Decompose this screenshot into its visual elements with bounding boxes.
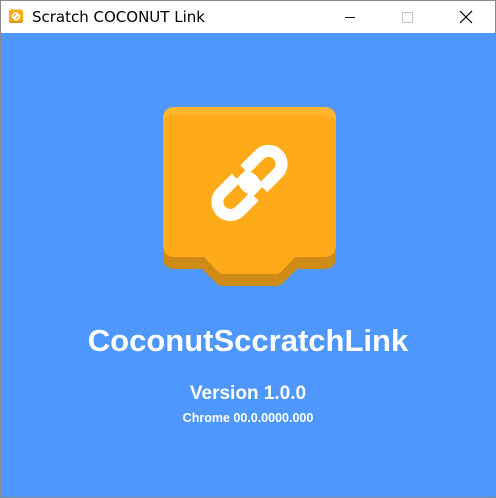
app-window: Scratch COCONUT Link CoconutSccratchLink… xyxy=(0,0,496,498)
maximize-icon xyxy=(402,12,413,23)
window-title: Scratch COCONUT Link xyxy=(32,8,205,26)
minimize-button[interactable] xyxy=(327,1,373,33)
maximize-button[interactable] xyxy=(384,1,430,33)
close-icon xyxy=(459,10,473,24)
main-content: CoconutSccratchLink Version 1.0.0 Chrome… xyxy=(1,33,495,497)
chain-link-icon xyxy=(163,107,336,286)
app-name: CoconutSccratchLink xyxy=(87,323,409,358)
scratch-link-icon xyxy=(9,9,23,23)
minimize-icon xyxy=(345,17,355,18)
chrome-version-label: Chrome 00.0.0000.000 xyxy=(182,411,314,425)
title-bar[interactable]: Scratch COCONUT Link xyxy=(1,1,495,33)
version-label: Version 1.0.0 xyxy=(189,383,307,404)
close-button[interactable] xyxy=(443,1,489,33)
